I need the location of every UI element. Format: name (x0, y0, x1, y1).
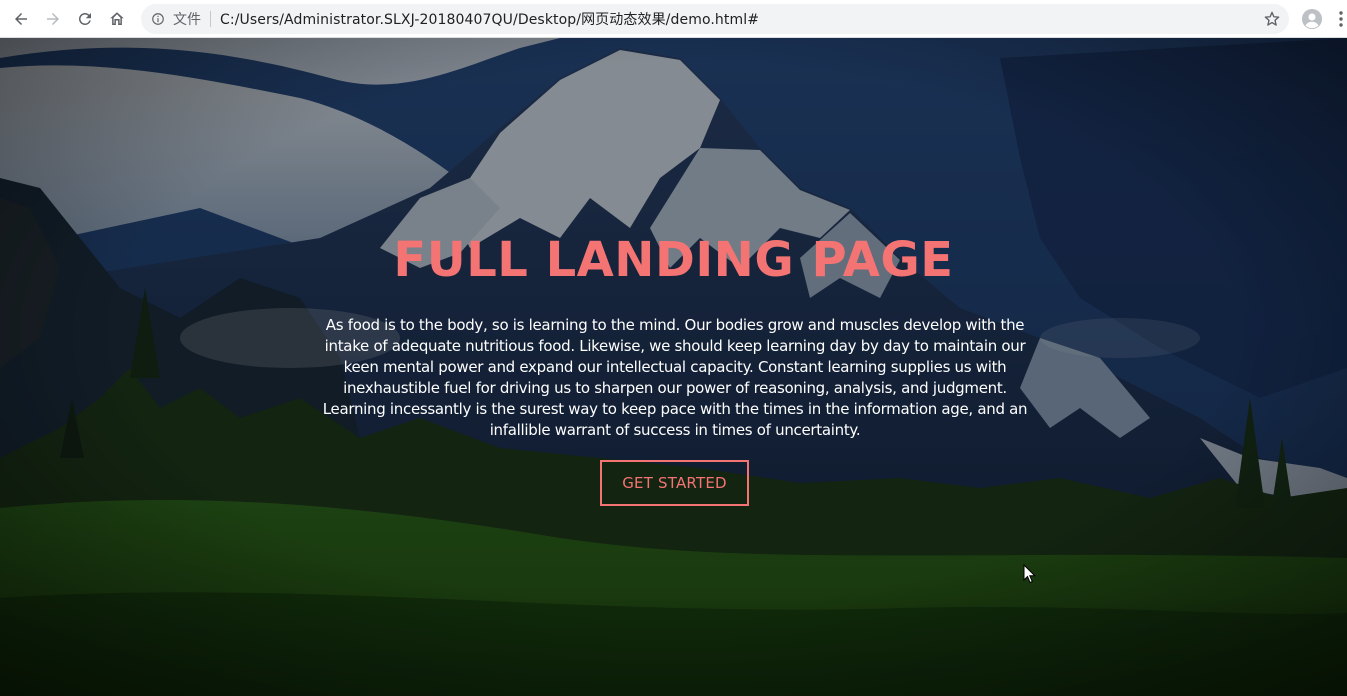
browser-toolbar: 文件 C:/Users/Administrator.SLXJ-20180407Q… (0, 0, 1347, 38)
hero-content: FULL LANDING PAGE As food is to the body… (0, 38, 1347, 696)
hero-paragraph: As food is to the body, so is learning t… (322, 316, 1028, 439)
mouse-cursor-icon (1023, 564, 1037, 584)
reload-icon (79, 12, 91, 25)
arrow-left-icon (15, 12, 27, 25)
info-icon[interactable] (151, 12, 165, 26)
kebab-menu-icon[interactable] (1336, 10, 1346, 28)
reload-button[interactable] (69, 3, 101, 35)
profile-avatar-icon[interactable] (1302, 9, 1322, 29)
scheme-label: 文件 (173, 12, 201, 28)
address-divider (210, 11, 211, 27)
get-started-button[interactable]: GET STARTED (600, 460, 749, 506)
arrow-right-icon (47, 12, 59, 25)
hero-section: FULL LANDING PAGE As food is to the body… (0, 38, 1347, 696)
url-text[interactable]: C:/Users/Administrator.SLXJ-20180407QU/D… (220, 9, 759, 29)
home-icon (110, 11, 124, 25)
address-bar[interactable]: 文件 C:/Users/Administrator.SLXJ-20180407Q… (141, 4, 1289, 34)
hero-title: FULL LANDING PAGE (393, 232, 954, 288)
forward-button[interactable] (37, 3, 69, 35)
back-button[interactable] (5, 3, 37, 35)
home-button[interactable] (101, 3, 133, 35)
bookmark-star-icon[interactable] (1263, 10, 1281, 28)
